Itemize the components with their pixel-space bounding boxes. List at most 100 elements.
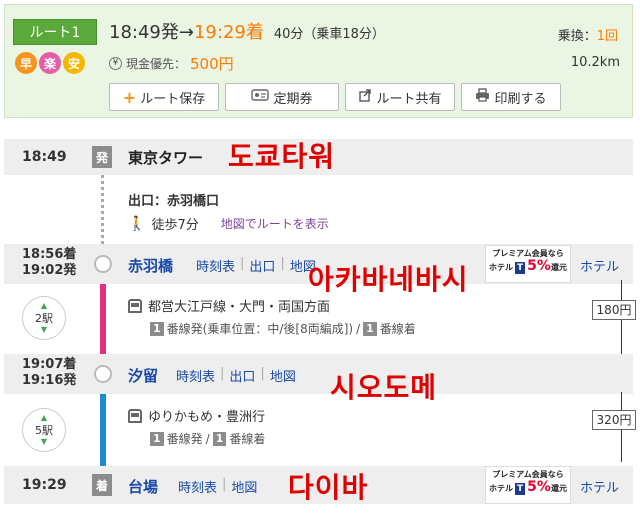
fare-line: ¥ 現金優先： 500円 (109, 53, 234, 74)
stop-count-value: 2駅 (35, 312, 53, 325)
exit-link[interactable]: 出口 (229, 366, 255, 385)
arrival-time: 19:29着 (193, 22, 264, 43)
exit-link[interactable]: 出口 (249, 256, 275, 275)
route-distance: 10.2km (570, 55, 620, 70)
arrive-time: 19:07着 (22, 357, 77, 372)
station-links: 時刻表 | 出口 | 地図 (196, 256, 316, 275)
exit-label: 出口：赤羽橋口 (128, 194, 220, 209)
arrival-platform: 番線着 (229, 432, 266, 446)
yen-circle-icon: ¥ (109, 57, 122, 70)
promo-hotel: ホテル (489, 263, 514, 272)
promo-suffix: 還元 (550, 484, 567, 493)
platform-separator: / (205, 431, 210, 446)
print-button[interactable]: 印刷する (461, 83, 561, 111)
commuter-pass-button[interactable]: 定期券 (225, 83, 339, 111)
commuter-pass-icon (251, 89, 270, 105)
platform-separator: / (356, 321, 361, 336)
station-name: 東京タワー (128, 149, 204, 167)
transfer-info: 乗換：1回 (558, 25, 618, 44)
annotation-shiodome: 시오도메 (330, 371, 438, 404)
station-times: 18:56着 19:02発 (22, 247, 76, 279)
departure-time: 18:49発 (109, 22, 179, 43)
walk-duration: 徒歩7分 (151, 218, 199, 233)
share-route-label: ルート共有 (376, 91, 442, 107)
promo-percent: 5% (527, 479, 551, 495)
station-time: 19:29 (22, 477, 67, 493)
trip-duration: 40分（乗車18分） (273, 27, 385, 42)
station-name-link[interactable]: 台場 (128, 476, 158, 497)
station-links: 時刻表 | 地図 (178, 477, 258, 496)
premium-hotel-promo[interactable]: プレミアム会員なら ホテル T 5%還元 (485, 245, 571, 283)
station-node (94, 255, 112, 273)
depart-time: 19:02発 (22, 263, 77, 278)
walking-person-icon: 🚶 (128, 215, 146, 232)
station-times: 19:07着 19:16発 (22, 357, 76, 389)
arrival-marker: 着 (92, 474, 112, 496)
timetable-link[interactable]: 時刻表 (178, 477, 217, 496)
arrival-platform-number: 1 (212, 431, 227, 446)
save-route-label: ルート保存 (140, 91, 206, 107)
platform-info: 1 番線発 / 1 番線着 (150, 430, 265, 447)
train-line-name: 都営大江戸線・大門・両国方面 (148, 300, 331, 315)
fastest-tag: 早 (15, 52, 37, 74)
route-actions: + ルート保存 定期券 ルート共有 印刷する (109, 83, 561, 111)
departure-marker: 発 (92, 146, 112, 168)
timetable-link[interactable]: 時刻表 (196, 256, 235, 275)
share-icon (358, 88, 372, 106)
station-name-link[interactable]: 汐留 (128, 365, 158, 386)
train-line-row: ゆりかもめ・豊洲行 (128, 406, 265, 425)
promo-hotel: ホテル (489, 484, 514, 493)
departure-platform-number: 1 (150, 321, 164, 336)
walk-row: 🚶 徒歩7分 地図でルートを表示 (128, 214, 329, 234)
promo-suffix: 還元 (550, 263, 567, 272)
yurikamome-line-bar (100, 382, 106, 474)
premium-hotel-promo[interactable]: プレミアム会員なら ホテル T 5%還元 (485, 466, 571, 504)
transfer-label: 乗換： (557, 29, 597, 44)
fare-prefix: 現金優先： (126, 57, 187, 71)
save-route-button[interactable]: + ルート保存 (109, 83, 219, 111)
fare-total: 500円 (190, 55, 234, 73)
arrival-platform-number: 1 (363, 321, 377, 336)
walking-connector (101, 168, 104, 250)
tpoint-logo: T (515, 262, 526, 274)
station-name-link[interactable]: 赤羽橋 (128, 255, 173, 276)
commuter-pass-label: 定期券 (273, 91, 313, 107)
map-route-link[interactable]: 地図でルートを表示 (221, 215, 329, 232)
stop-count: ▲ 5駅 ▼ (22, 408, 66, 452)
depart-time: 19:16発 (22, 373, 77, 388)
departure-platform: 番線発(乗車位置：中/後[8両編成]) (166, 322, 354, 336)
hotel-link[interactable]: ホテル (580, 256, 619, 275)
share-route-button[interactable]: ルート共有 (345, 83, 455, 111)
station-links: 時刻表 | 出口 | 地図 (176, 366, 296, 385)
tpoint-logo: T (515, 483, 526, 495)
route-times: 18:49発 → 19:29着 40分（乗車18分） (109, 18, 385, 44)
arrival-platform: 番線着 (379, 322, 416, 336)
annotation-tokyo-tower: 도쿄타워 (228, 140, 336, 173)
segment-fare: 180円 (592, 300, 636, 320)
timetable-link[interactable]: 時刻表 (176, 366, 215, 385)
arrive-time: 18:56着 (22, 247, 77, 262)
stop-count-value: 5駅 (35, 424, 53, 437)
map-link[interactable]: 地図 (270, 366, 296, 385)
route-tags: 早 楽 安 (15, 52, 85, 74)
time-arrow: → (178, 22, 194, 43)
stop-count: ▲ 2駅 ▼ (22, 296, 66, 340)
train-icon (128, 298, 142, 313)
easiest-tag: 楽 (39, 52, 61, 74)
route-label[interactable]: ルート1 (13, 19, 97, 45)
annotation-akabanebashi: 아카바네바시 (308, 263, 469, 296)
station-node (94, 365, 112, 383)
platform-info: 1 番線発(乗車位置：中/後[8両編成]) / 1 番線着 (150, 320, 416, 337)
hotel-link[interactable]: ホテル (580, 477, 619, 496)
train-line-row: 都営大江戸線・大門・両国方面 (128, 296, 330, 315)
map-link[interactable]: 地図 (231, 477, 257, 496)
route-summary-card: ルート1 早 楽 安 18:49発 → 19:29着 40分（乗車18分） ¥ … (4, 4, 633, 118)
plus-icon: + (122, 87, 137, 107)
departure-platform-number: 1 (150, 431, 164, 446)
print-label: 印刷する (494, 91, 547, 107)
annotation-daiba: 다이바 (288, 471, 369, 504)
printer-icon (475, 88, 490, 106)
segment-fare: 320円 (592, 410, 636, 430)
departure-platform: 番線発 (166, 432, 203, 446)
promo-percent: 5% (527, 258, 551, 274)
